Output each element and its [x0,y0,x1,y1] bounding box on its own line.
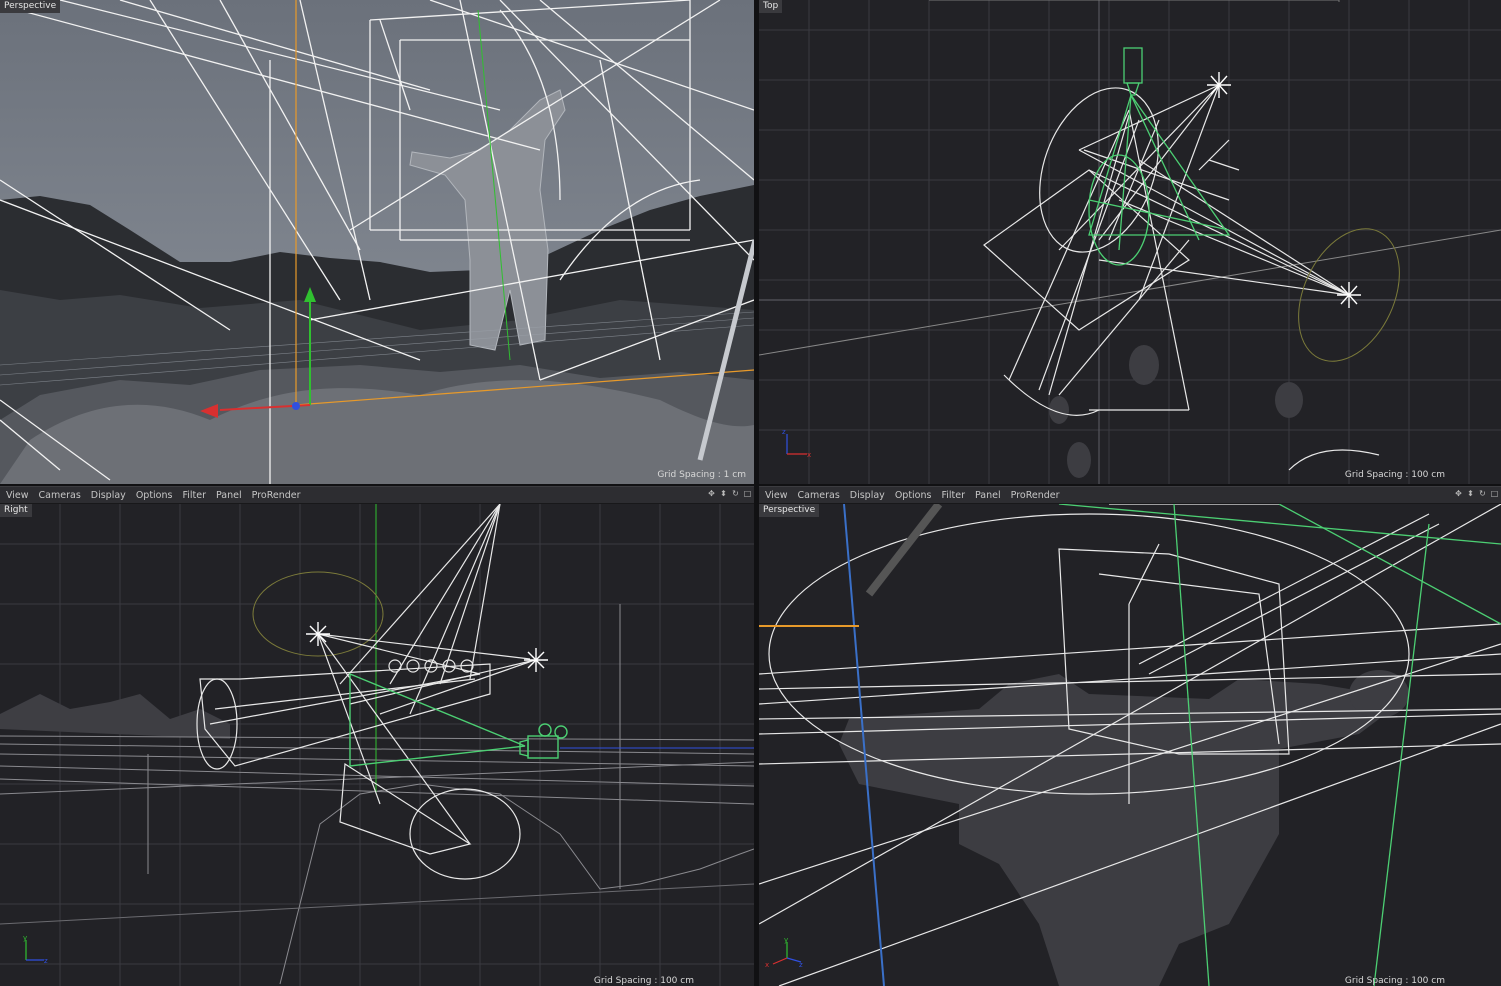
menu-view[interactable]: View [6,490,29,501]
perspective-wire-scene[interactable] [759,504,1501,986]
viewport-top[interactable]: Top zx Grid Spacing : 100 cm [759,0,1501,484]
grid-spacing-readout: Grid Spacing : 100 cm [1344,470,1445,480]
grid-spacing-readout: Grid Spacing : 100 cm [593,976,694,986]
viewport-label[interactable]: Perspective [0,0,61,13]
svg-text:y: y [784,936,788,944]
menu-filter[interactable]: Filter [941,490,965,501]
grid-spacing-readout: Grid Spacing : 1 cm [657,470,746,480]
menu-view[interactable]: View [765,490,788,501]
svg-text:x: x [765,961,769,968]
viewport-label[interactable]: Top [759,0,783,13]
viewport-divider-vertical[interactable] [754,0,759,986]
rotate-icon[interactable]: ↻ [1478,489,1487,498]
menu-options[interactable]: Options [895,490,932,501]
menu-options[interactable]: Options [136,490,173,501]
viewport-perspective-bottom-right[interactable]: Perspective y z x Grid Spacing : 100 cm [759,504,1501,986]
viewport-menubar-left: View Cameras Display Options Filter Pane… [0,486,754,504]
svg-text:x: x [807,451,811,458]
maximize-icon[interactable]: □ [743,489,752,498]
zoom-icon[interactable]: ⬍ [719,489,728,498]
move-icon[interactable]: ✥ [1454,489,1463,498]
viewport-right[interactable]: Right yz Grid Spacing : 100 cm [0,504,754,986]
move-icon[interactable]: ✥ [707,489,716,498]
svg-text:z: z [799,961,803,968]
svg-text:z: z [44,957,48,964]
viewport-perspective-top-left[interactable]: Perspective Grid Spacing : 1 cm [0,0,754,484]
top-view-scene[interactable] [759,0,1501,484]
menu-display[interactable]: Display [91,490,126,501]
perspective-shaded-scene[interactable] [0,0,754,484]
zoom-icon[interactable]: ⬍ [1466,489,1475,498]
svg-text:y: y [23,934,27,942]
menu-panel[interactable]: Panel [216,490,242,501]
rotate-icon[interactable]: ↻ [731,489,740,498]
menu-panel[interactable]: Panel [975,490,1001,501]
grid-spacing-readout: Grid Spacing : 100 cm [1344,976,1445,986]
menu-cameras[interactable]: Cameras [798,490,840,501]
menu-filter[interactable]: Filter [182,490,206,501]
menu-prorender[interactable]: ProRender [1011,490,1060,501]
svg-text:z: z [782,428,786,436]
viewport-divider-horizontal[interactable] [0,484,1501,486]
menu-cameras[interactable]: Cameras [39,490,81,501]
viewport-menubar-right: View Cameras Display Options Filter Pane… [759,486,1501,504]
right-view-scene[interactable] [0,504,754,986]
menu-display[interactable]: Display [850,490,885,501]
menu-prorender[interactable]: ProRender [252,490,301,501]
viewport-label[interactable]: Perspective [759,504,820,517]
viewport-label[interactable]: Right [0,504,32,517]
axis-gizmo: yz [23,934,48,964]
axis-gizmo: zx [782,428,811,458]
maximize-icon[interactable]: □ [1490,489,1499,498]
axis-gizmo: y z x [765,936,803,968]
